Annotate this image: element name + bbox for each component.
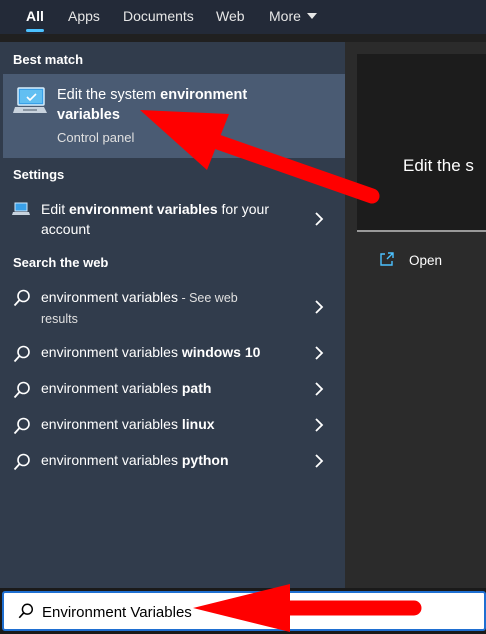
web-result-text: environment variables [41, 452, 182, 468]
web-result-bold: linux [181, 416, 215, 432]
preview-card [357, 54, 486, 230]
preview-title: Edit the s [403, 156, 474, 175]
tab-more-label: More [269, 8, 301, 24]
tab-documents[interactable]: Documents [123, 0, 194, 34]
best-match-subtitle: Control panel [57, 130, 135, 145]
web-result-label: environment variables windows 10 [41, 342, 260, 362]
web-result-extra: - See web [177, 291, 238, 305]
best-match-title-part: Edit the system [57, 87, 161, 103]
web-result-item[interactable]: environment variables linux [0, 414, 345, 440]
tab-more[interactable]: More [269, 0, 317, 34]
search-bar [0, 588, 486, 634]
search-input[interactable] [42, 601, 462, 623]
web-result-label: environment variables - See web results [41, 287, 301, 329]
settings-item-suffix: for your [217, 201, 269, 217]
chevron-right-icon [315, 454, 324, 468]
best-match-header: Best match [13, 52, 84, 67]
web-result-label: environment variables python [41, 450, 229, 470]
chevron-right-icon [315, 346, 324, 360]
open-external-icon [380, 252, 394, 266]
web-result-text: environment variables [41, 380, 182, 396]
results-panel: Best match Edit the system environment v… [0, 42, 345, 588]
tab-apps[interactable]: Apps [68, 0, 100, 34]
web-result-extra2: results [41, 312, 78, 326]
web-result-text: environment variables [41, 289, 178, 305]
settings-item-edit-env-vars[interactable]: Edit environment variables for your acco… [0, 194, 345, 242]
web-result-bold: windows 10 [181, 344, 261, 360]
web-result-text: environment variables [41, 344, 182, 360]
chevron-right-icon [315, 418, 324, 432]
web-result-label: environment variables path [41, 378, 211, 398]
search-icon [18, 603, 34, 619]
settings-item-label: Edit environment variables for your acco… [41, 199, 301, 239]
best-match-result[interactable]: Edit the system environment variables Co… [3, 74, 345, 158]
best-match-title-bold: environment [160, 87, 248, 103]
tab-all[interactable]: All [26, 0, 44, 34]
settings-item-bold: environment variables [69, 201, 218, 217]
tab-web[interactable]: Web [216, 0, 245, 34]
settings-item-prefix: Edit [41, 201, 70, 217]
settings-item-line2: account [41, 221, 91, 237]
search-icon [13, 345, 30, 363]
search-icon [13, 381, 30, 399]
search-tab-bar: All Apps Documents Web More [0, 0, 486, 34]
search-icon [13, 453, 30, 471]
open-label: Open [409, 253, 443, 268]
search-box[interactable] [2, 591, 486, 631]
settings-header: Settings [13, 167, 65, 182]
web-result-item[interactable]: environment variables - See web results [0, 282, 345, 328]
chevron-down-icon [306, 13, 317, 19]
web-result-item[interactable]: environment variables path [0, 378, 345, 404]
best-match-title: Edit the system environment variables [57, 85, 327, 125]
search-icon [13, 417, 30, 435]
chevron-right-icon [315, 382, 324, 396]
web-result-text: environment variables [41, 416, 182, 432]
chevron-right-icon [315, 300, 324, 314]
web-result-item[interactable]: environment variables windows 10 [0, 342, 345, 368]
preview-divider [357, 230, 486, 232]
laptop-icon [12, 202, 30, 215]
web-result-item[interactable]: environment variables python [0, 450, 345, 476]
search-web-header: Search the web [13, 255, 109, 270]
search-icon [13, 289, 30, 307]
web-result-bold: python [181, 452, 229, 468]
chevron-right-icon [315, 212, 324, 226]
system-settings-icon [13, 87, 47, 113]
best-match-title-line2: variables [57, 107, 120, 123]
web-result-bold: path [181, 380, 212, 396]
preview-panel: Edit the s Open [345, 42, 486, 588]
web-result-label: environment variables linux [41, 414, 215, 434]
